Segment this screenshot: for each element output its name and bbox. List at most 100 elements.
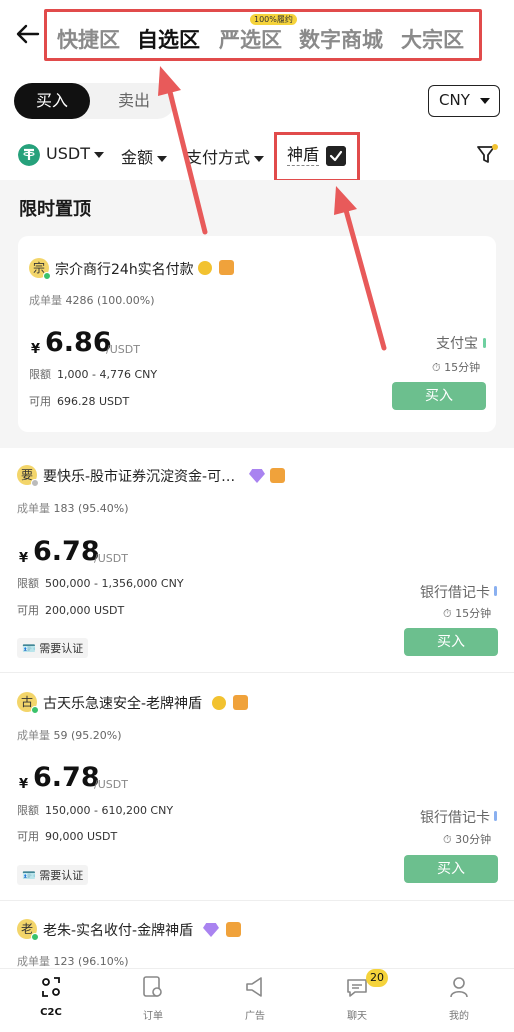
pinned-title: 限时置顶 — [19, 199, 91, 220]
payment-filter[interactable]: 支付方式 — [186, 144, 265, 168]
payment-color-bar — [483, 338, 486, 348]
price: 6.86 — [45, 327, 112, 358]
amount-filter[interactable]: 金额 — [121, 144, 168, 168]
chevron-down-icon — [157, 155, 168, 162]
coin-filter[interactable]: USDT — [46, 144, 104, 163]
available: 可用 696.28 USDT — [29, 395, 130, 408]
tab-quick[interactable]: 快捷区 — [57, 24, 120, 54]
limit: 限额 150,000 - 610,200 CNY — [17, 804, 174, 817]
nav-label: 聊天 — [347, 1011, 367, 1022]
diamond-badge-icon — [249, 469, 265, 483]
id-card-icon: 🪪 — [22, 642, 40, 655]
price-unit: /USDT — [94, 778, 128, 791]
payment-color-bar — [494, 586, 497, 596]
merchant-badge-icon — [219, 260, 234, 275]
merchant-badge-icon — [226, 922, 241, 937]
nav-ads[interactable]: 广告 — [204, 969, 306, 1032]
tab-selected[interactable]: 严选区 — [219, 24, 282, 54]
nav-label: C2C — [40, 1007, 62, 1018]
clock-icon: ⏱ — [443, 607, 456, 620]
top-bar: 快捷区 自选区 严选区 100%履约 数字商城 大宗区 — [0, 0, 514, 72]
payment-filter-label: 支付方式 — [186, 148, 251, 167]
payment-method: 银行借记卡 — [420, 585, 490, 601]
user-icon — [450, 977, 468, 998]
currency-symbol: ¥ — [19, 777, 29, 792]
shield-filter-label: 神盾 — [287, 145, 320, 166]
merchant-badge-icon — [270, 468, 285, 483]
pay-time: ⏱ 15分钟 — [443, 607, 492, 620]
amount-filter-label: 金额 — [121, 148, 154, 167]
buy-button[interactable]: 买入 — [404, 628, 498, 656]
divider — [0, 900, 514, 901]
tab-favorite[interactable]: 自选区 — [137, 24, 200, 54]
tab-digital-mall[interactable]: 数字商城 — [299, 24, 383, 54]
payment-method: 支付宝 — [436, 336, 478, 352]
price-unit: /USDT — [106, 343, 140, 356]
merchant-name[interactable]: 要快乐-股市证券沉淀资金-可… — [43, 466, 235, 486]
order-stats: 成单量 123 (96.10%) — [17, 955, 129, 968]
currency-select[interactable]: CNY — [428, 85, 500, 117]
nav-profile[interactable]: 我的 — [408, 969, 510, 1032]
merchant-name[interactable]: 古天乐急速安全-老牌神盾 — [43, 693, 202, 713]
merchant-name[interactable]: 老朱-实名收付-金牌神盾 — [43, 920, 193, 940]
payment-color-bar — [494, 811, 497, 821]
payment-method: 银行借记卡 — [420, 810, 490, 826]
verification-required: 🪪 需要认证 — [17, 638, 89, 658]
megaphone-icon — [246, 977, 262, 997]
online-dot — [31, 933, 39, 941]
nav-label: 订单 — [143, 1011, 163, 1022]
merchant-badge-icon — [233, 695, 248, 710]
buy-button[interactable]: 买入 — [392, 382, 486, 410]
back-arrow-icon[interactable] — [14, 20, 42, 48]
chevron-down-icon — [480, 98, 490, 104]
gold-shield-icon — [212, 696, 226, 710]
buy-button[interactable]: 买入 — [404, 855, 498, 883]
nav-orders[interactable]: 订单 — [102, 969, 204, 1032]
avatar: 宗 — [29, 258, 51, 280]
currency-symbol: ¥ — [19, 551, 29, 566]
limit: 限额 500,000 - 1,356,000 CNY — [17, 577, 184, 590]
avatar: 古 — [17, 692, 39, 714]
online-dot — [43, 272, 51, 280]
nav-label: 我的 — [449, 1011, 469, 1022]
divider — [0, 672, 514, 673]
orders-icon — [143, 976, 162, 997]
nav-label: 广告 — [245, 1011, 265, 1022]
online-dot — [31, 706, 39, 714]
filter-funnel-icon[interactable] — [476, 144, 498, 166]
chevron-down-icon — [254, 155, 265, 162]
nav-chat[interactable]: 20 聊天 — [306, 969, 408, 1032]
shield-filter[interactable]: 神盾 — [274, 132, 360, 182]
order-stats: 成单量 183 (95.40%) — [17, 502, 129, 515]
usdt-icon — [18, 144, 40, 166]
price-unit: /USDT — [94, 552, 128, 565]
verification-required: 🪪 需要认证 — [17, 865, 89, 885]
c2c-icon — [42, 977, 60, 997]
available: 可用 90,000 USDT — [17, 830, 118, 843]
order-stats: 成单量 4286 (100.00%) — [29, 294, 155, 307]
shield-checkbox[interactable] — [326, 146, 346, 166]
price: 6.78 — [33, 762, 100, 793]
buy-tab[interactable]: 买入 — [14, 83, 90, 119]
unread-badge: 20 — [366, 969, 388, 987]
chevron-down-icon — [93, 151, 104, 158]
bottom-nav: C2C 订单 广告 20 聊天 我的 — [0, 968, 514, 1032]
diamond-badge-icon — [203, 923, 219, 937]
nav-c2c[interactable]: C2C — [0, 969, 102, 1032]
buy-sell-toggle: 买入 卖出 — [14, 83, 175, 119]
limit: 限额 1,000 - 4,776 CNY — [29, 368, 158, 381]
tab-block-trade[interactable]: 大宗区 — [401, 24, 464, 54]
pay-time: ⏱ 30分钟 — [443, 833, 492, 846]
merchant-name[interactable]: 宗介商行24h实名付款 — [55, 259, 194, 279]
sell-tab[interactable]: 卖出 — [96, 83, 172, 119]
chat-icon — [347, 979, 367, 997]
order-stats: 成单量 59 (95.20%) — [17, 729, 122, 742]
id-card-icon: 🪪 — [22, 869, 40, 882]
clock-icon: ⏱ — [443, 833, 456, 846]
avatar: 老 — [17, 919, 39, 941]
pay-time: ⏱ 15分钟 — [432, 361, 481, 374]
available: 可用 200,000 USDT — [17, 604, 125, 617]
coin-filter-label: USDT — [46, 144, 90, 163]
offline-dot — [31, 479, 39, 487]
clock-icon: ⏱ — [432, 361, 445, 374]
